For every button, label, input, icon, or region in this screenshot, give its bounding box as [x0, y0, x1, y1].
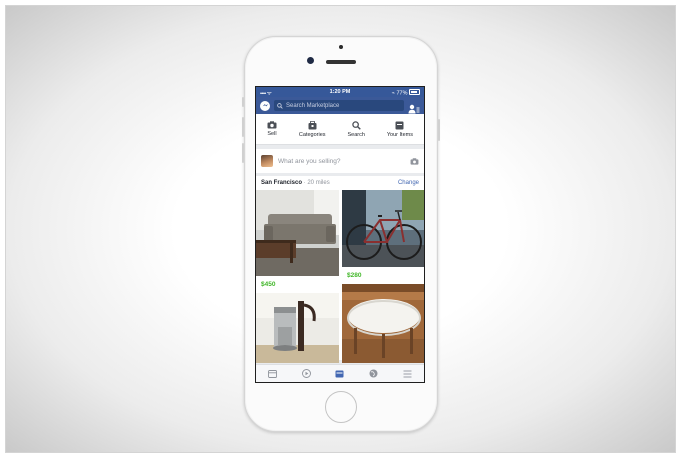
change-location-link[interactable]: Change: [398, 180, 419, 186]
top-nav-bar: Search Marketplace: [256, 97, 424, 114]
coffee-maker-photo: [256, 293, 339, 363]
sofa-photo: [256, 190, 339, 276]
status-bar: •••• ᯤ 1:20 PM ⌁ 77%: [256, 87, 424, 97]
sell-label: Sell: [267, 131, 277, 137]
listing-coffee-maker[interactable]: [256, 293, 339, 363]
location-city: San Francisco: [261, 180, 303, 186]
bottom-tab-bar: [256, 364, 424, 382]
search-icon: [277, 102, 283, 109]
video-icon: [301, 369, 311, 378]
categories-button[interactable]: Categories: [298, 120, 326, 138]
listing-price: $450: [261, 281, 276, 288]
inbox-icon: [395, 121, 404, 129]
categories-label: Categories: [298, 131, 326, 138]
avatar: [261, 155, 273, 167]
table-photo: [342, 284, 424, 363]
battery-indicator: ⌁ 77%: [392, 89, 420, 97]
battery-percent: ⌁ 77%: [391, 90, 408, 97]
phone-screen: •••• ᯤ 1:20 PM ⌁ 77% Search Marketplace: [255, 86, 425, 383]
tag-icon: [308, 120, 317, 129]
location-text: San Francisco · 20 miles: [261, 180, 330, 186]
your-items-button[interactable]: Your Items: [387, 121, 413, 138]
search-button[interactable]: Search: [347, 120, 365, 138]
listing-sofa[interactable]: [256, 190, 339, 276]
tab-news-feed[interactable]: [266, 368, 280, 380]
camera-icon: [267, 121, 277, 129]
listing-grid: $450 $280: [256, 190, 424, 363]
volume-up-button: [242, 117, 244, 137]
tab-menu[interactable]: [400, 368, 414, 380]
phone-mockup: •••• ᯤ 1:20 PM ⌁ 77% Search Marketplace: [242, 36, 440, 432]
search-label: Search: [347, 131, 365, 138]
listing-table[interactable]: [342, 284, 424, 363]
earpiece-speaker: [326, 60, 356, 64]
volume-down-button: [242, 143, 244, 163]
mute-switch: [242, 97, 244, 107]
home-button[interactable]: [325, 391, 357, 423]
your-items-label: Your Items: [386, 131, 413, 138]
tab-notifications[interactable]: [367, 368, 381, 380]
tab-video[interactable]: [299, 368, 313, 380]
messenger-icon[interactable]: [260, 100, 270, 111]
location-row: San Francisco · 20 miles Change: [256, 176, 424, 190]
proximity-sensor: [339, 45, 343, 49]
marketplace-actions: Sell Categories Search Your Items: [256, 114, 424, 145]
composer-prompt: What are you selling?: [278, 157, 341, 165]
battery-icon: [409, 89, 420, 95]
camera-icon[interactable]: [410, 157, 419, 165]
front-camera: [307, 57, 314, 64]
search-icon: [351, 120, 361, 130]
power-button: [438, 119, 440, 141]
sell-composer[interactable]: What are you selling?: [256, 149, 424, 173]
bicycle-photo: [342, 190, 424, 267]
friends-icon[interactable]: [408, 101, 420, 113]
search-placeholder: Search Marketplace: [286, 102, 340, 109]
sell-button[interactable]: Sell: [267, 121, 277, 137]
globe-icon: [369, 369, 378, 378]
location-distance: · 20 miles: [302, 180, 330, 186]
marketplace-icon: [335, 370, 344, 377]
listing-price: $280: [347, 272, 362, 279]
tab-marketplace[interactable]: [333, 368, 347, 380]
news-feed-icon: [268, 369, 278, 378]
listing-bicycle[interactable]: [342, 190, 424, 267]
menu-icon: [403, 370, 412, 377]
search-input[interactable]: Search Marketplace: [274, 100, 404, 111]
